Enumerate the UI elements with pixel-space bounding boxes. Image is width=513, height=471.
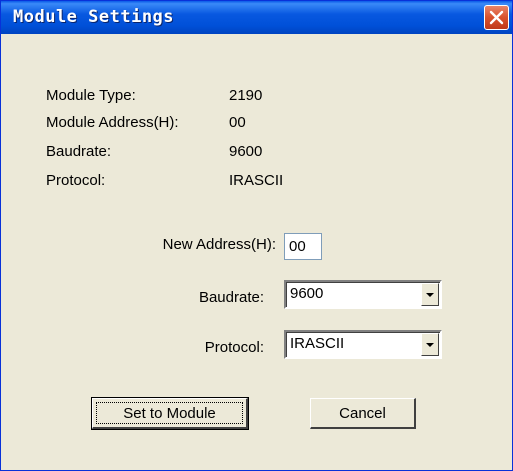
baudrate-info-label: Baudrate:	[46, 143, 112, 160]
new-address-label: New Address(H):	[162, 236, 276, 253]
module-type-label: Module Type:	[46, 87, 136, 104]
new-address-input[interactable]	[284, 233, 322, 260]
protocol-info-label: Protocol:	[46, 172, 106, 189]
dialog-body: Module Type: 2190 Module Address(H): 00 …	[4, 34, 509, 468]
set-to-module-label: Set to Module	[123, 405, 216, 422]
baudrate-label: Baudrate:	[198, 289, 264, 306]
cancel-button[interactable]: Cancel	[310, 398, 416, 429]
baudrate-info-value: 9600	[229, 143, 263, 160]
chevron-down-icon	[426, 343, 434, 347]
chevron-down-icon	[426, 293, 434, 297]
baudrate-select[interactable]: 9600	[284, 280, 442, 309]
module-type-value: 2190	[229, 87, 263, 104]
set-to-module-button[interactable]: Set to Module	[91, 397, 249, 430]
protocol-select[interactable]: IRASCII	[284, 330, 442, 359]
cancel-label: Cancel	[339, 405, 386, 422]
protocol-dropdown-button[interactable]	[421, 333, 439, 356]
baudrate-selected: 9600	[290, 285, 324, 302]
module-address-label: Module Address(H):	[46, 114, 179, 131]
protocol-selected: IRASCII	[290, 335, 345, 352]
protocol-label: Protocol:	[204, 339, 264, 356]
module-address-value: 00	[229, 114, 246, 131]
close-icon	[489, 10, 504, 25]
protocol-info-value: IRASCII	[229, 172, 284, 189]
title-bar[interactable]: Module Settings	[1, 1, 512, 34]
baudrate-dropdown-button[interactable]	[421, 283, 439, 306]
close-button[interactable]	[484, 5, 509, 30]
window-title: Module Settings	[13, 7, 175, 27]
module-settings-window: Module Settings Module Type: 2190 Module…	[0, 0, 513, 471]
